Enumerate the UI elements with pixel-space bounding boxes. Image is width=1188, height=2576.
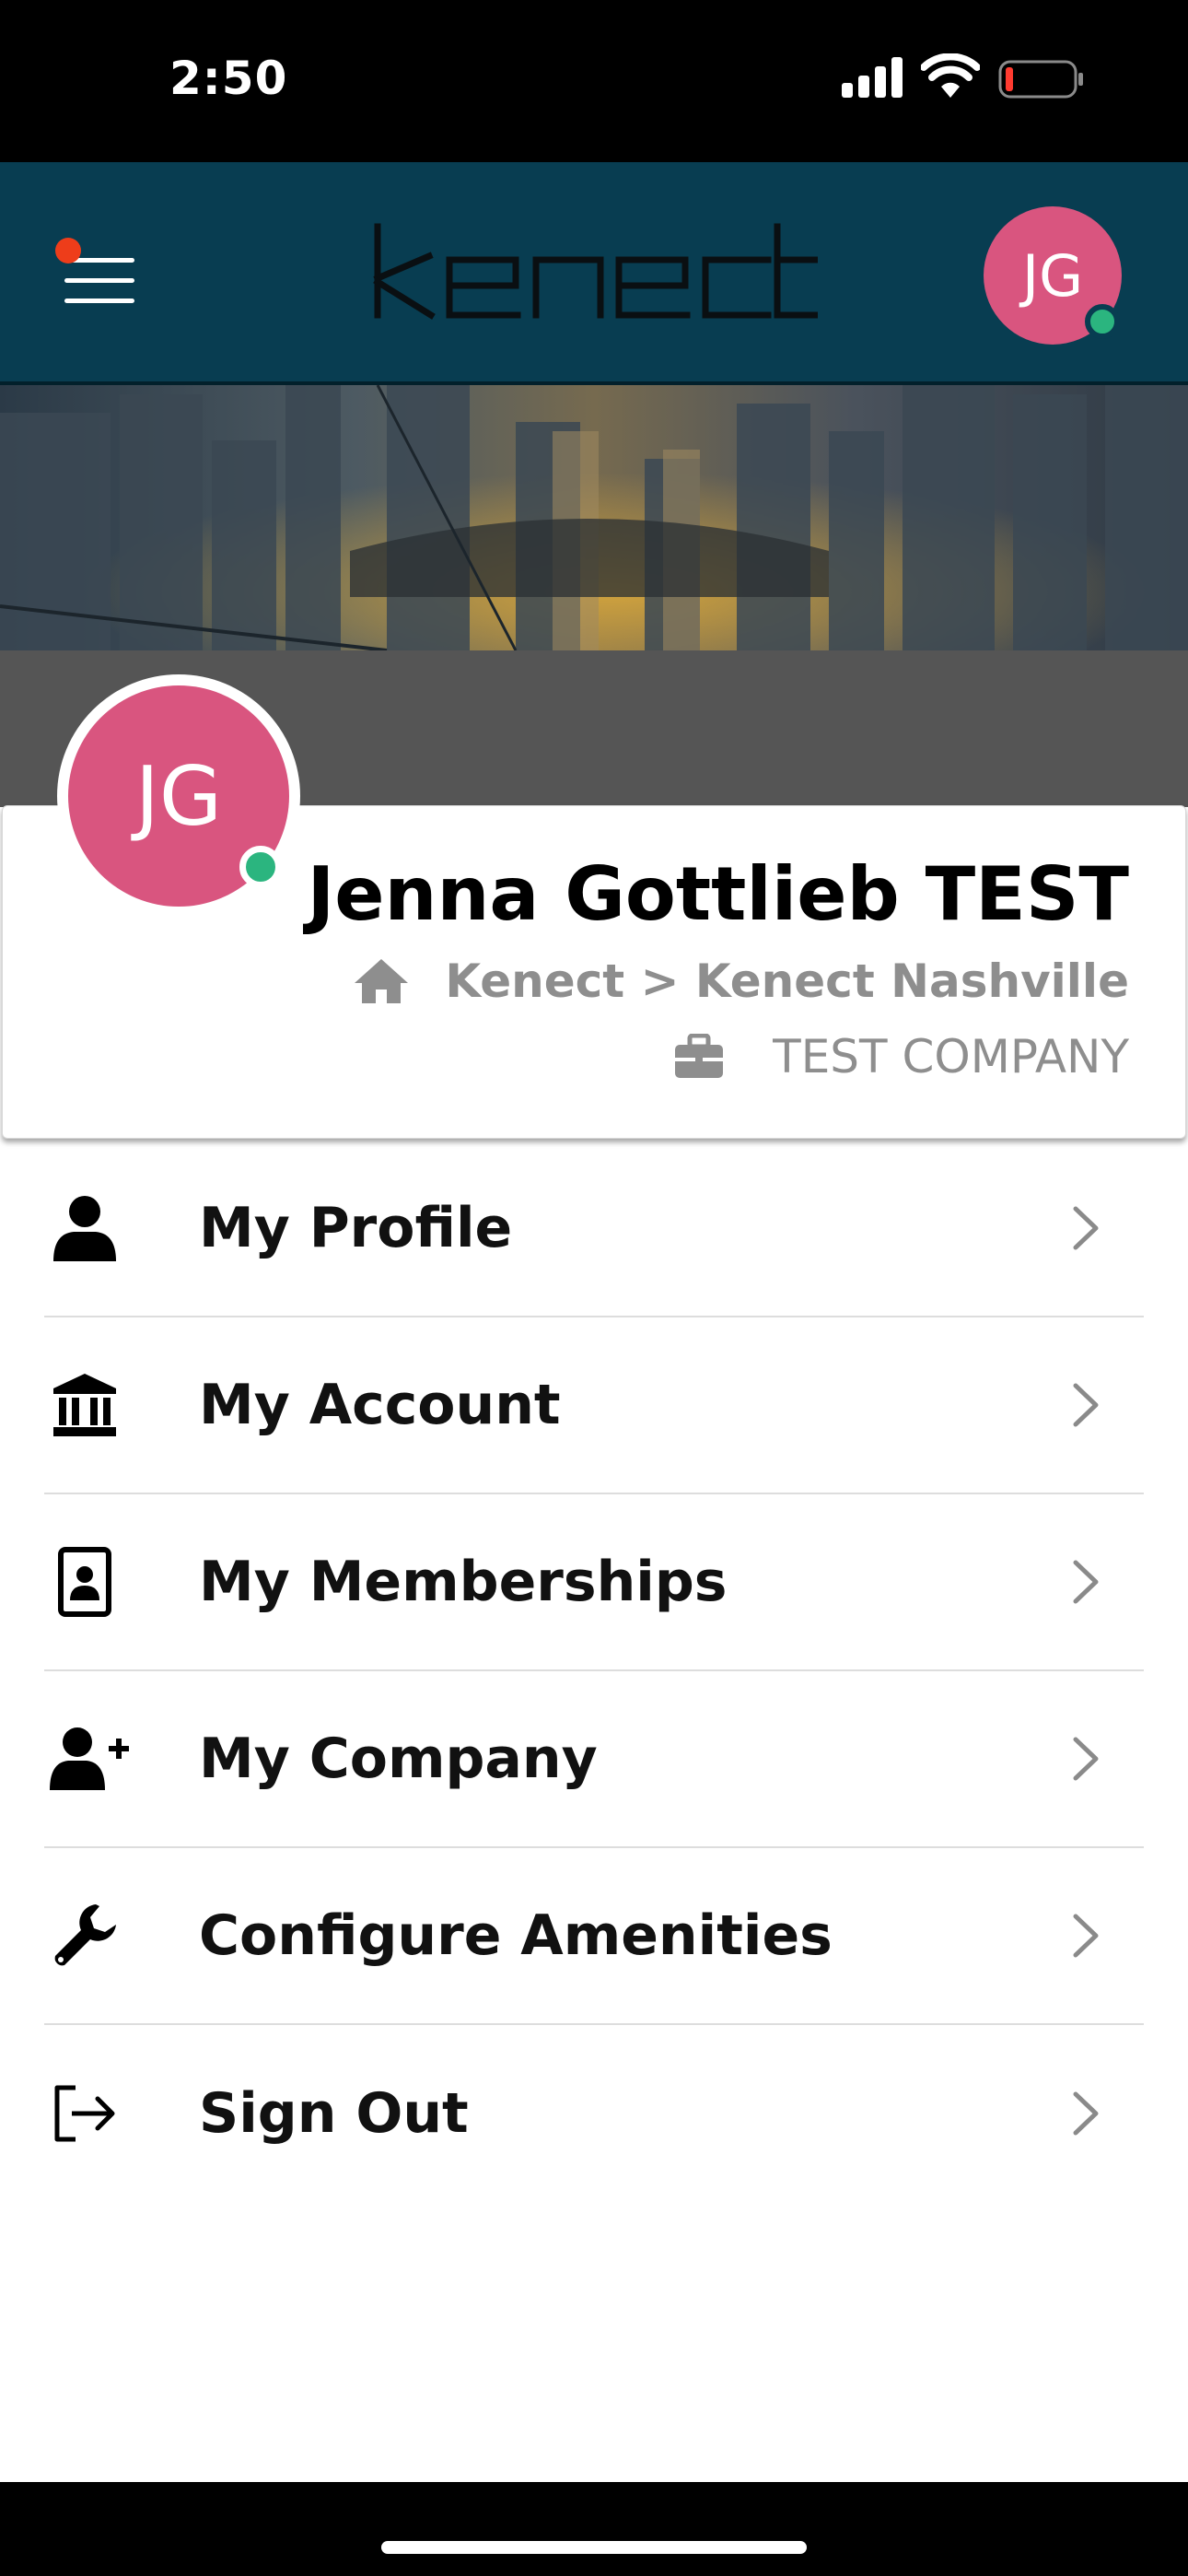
hamburger-menu-button[interactable] (52, 236, 144, 319)
menu-item-my-company[interactable]: My Company (44, 1671, 1144, 1848)
menu-item-label: My Memberships (199, 1550, 728, 1614)
status-bar: 2:50 (0, 0, 1188, 162)
menu-item-label: My Account (199, 1373, 561, 1437)
id-badge-icon (58, 1547, 111, 1617)
city-skyline-image (0, 385, 1188, 650)
wifi-icon (921, 53, 980, 98)
chevron-right-icon (1073, 1737, 1099, 1781)
menu-item-my-account[interactable]: My Account (44, 1317, 1144, 1494)
menu-line (64, 278, 134, 283)
notification-dot (55, 238, 81, 263)
menu-item-label: Configure Amenities (199, 1903, 833, 1968)
briefcase-icon (675, 1034, 724, 1078)
bank-icon (53, 1374, 116, 1436)
location-text: Kenect > Kenect Nashville (445, 954, 1129, 1008)
chevron-right-icon (1073, 1560, 1099, 1604)
menu-item-sign-out[interactable]: Sign Out (44, 2025, 1144, 2202)
chevron-right-icon (1073, 2091, 1099, 2136)
online-status-dot (1085, 304, 1120, 339)
app-header: kenect JG (0, 162, 1188, 385)
user-plus-icon (50, 1727, 129, 1790)
sign-out-icon (54, 2085, 115, 2142)
user-icon (53, 1196, 116, 1261)
profile-location: Kenect > Kenect Nashville (353, 954, 1129, 1008)
home-indicator-bar (0, 2482, 1188, 2576)
company-text: TEST COMPANY (773, 1030, 1129, 1083)
profile-menu-list: My Profile My Account My Memberships My … (44, 1141, 1144, 2202)
status-time: 2:50 (169, 52, 288, 105)
home-icon (355, 959, 409, 1003)
chevron-right-icon (1073, 1914, 1099, 1958)
wrench-icon (54, 1904, 116, 1966)
menu-item-label: Sign Out (199, 2081, 469, 2146)
cover-banner-image (0, 385, 1188, 650)
menu-line (64, 299, 134, 303)
battery-low-icon (998, 60, 1083, 99)
kenect-logo: kenect (373, 223, 818, 320)
profile-company: TEST COMPANY (673, 1030, 1129, 1083)
chevron-right-icon (1073, 1206, 1099, 1250)
menu-item-my-profile[interactable]: My Profile (44, 1141, 1144, 1317)
menu-item-label: My Profile (199, 1196, 513, 1260)
home-indicator[interactable] (381, 2541, 807, 2554)
menu-item-my-memberships[interactable]: My Memberships (44, 1494, 1144, 1671)
chevron-right-icon (1073, 1383, 1099, 1427)
profile-name: Jenna Gottlieb TEST (307, 851, 1130, 937)
online-status-dot (239, 846, 282, 888)
cellular-signal-icon (842, 57, 903, 98)
menu-item-label: My Company (199, 1727, 598, 1791)
menu-item-configure-amenities[interactable]: Configure Amenities (44, 1848, 1144, 2025)
